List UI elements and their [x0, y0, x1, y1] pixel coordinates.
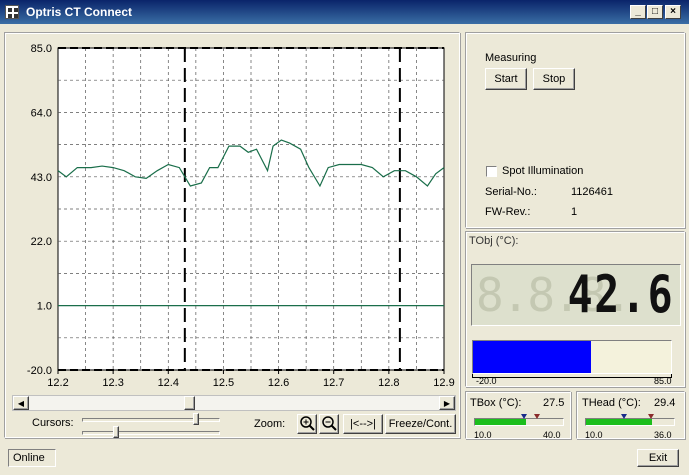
cursor-slider-2-track[interactable]	[82, 431, 220, 435]
cursor-slider-1-thumb[interactable]	[193, 413, 199, 425]
x-tick-label: 12.3	[102, 377, 123, 389]
serial-label: Serial-No.:	[485, 186, 537, 198]
thead-scale-min: 10.0	[585, 430, 603, 440]
horizontal-scrollbar[interactable]: ◀ ▶	[12, 395, 456, 411]
y-axis-ticks: 85.0 64.0 43.0 22.0 1.0 -20.0	[27, 43, 52, 377]
cursor-slider-1-track[interactable]	[82, 418, 220, 422]
x-tick-label: 12.4	[158, 377, 179, 389]
x-tick-label: 12.8	[378, 377, 399, 389]
stop-button[interactable]: Stop	[533, 68, 575, 90]
thead-value: 29.4	[654, 397, 676, 409]
fw-label: FW-Rev.:	[485, 206, 531, 218]
x-tick-label: 12.6	[268, 377, 289, 389]
tobj-scale-max: 85.0	[654, 376, 672, 386]
spot-illumination-label: Spot Illumination	[502, 165, 584, 177]
status-text: Online	[13, 452, 45, 464]
exit-button[interactable]: Exit	[637, 449, 679, 467]
zoom-fit-button[interactable]: |<-->|	[343, 414, 383, 434]
tobj-bar	[472, 340, 672, 374]
tobj-lcd-display: 8.8.8. 42.6	[471, 264, 681, 326]
y-tick-label: -20.0	[27, 365, 52, 377]
y-tick-label: 64.0	[31, 107, 52, 119]
fw-value: 1	[571, 206, 578, 218]
zoom-in-button[interactable]	[297, 414, 317, 434]
cursor-slider-2-thumb[interactable]	[113, 426, 119, 438]
scroll-right-button[interactable]: ▶	[439, 396, 455, 410]
x-tick-label: 12.2	[47, 377, 68, 389]
thead-markers	[621, 414, 654, 419]
start-button[interactable]: Start	[485, 68, 527, 90]
tbox-markers	[521, 414, 540, 419]
zoom-out-button[interactable]	[319, 414, 339, 434]
freeze-continue-button[interactable]: Freeze/Cont.	[385, 414, 456, 434]
tbox-value: 27.5	[543, 397, 565, 409]
spot-illumination-checkbox[interactable]	[486, 166, 497, 177]
x-tick-label: 12.9	[433, 377, 454, 389]
y-tick-label: 85.0	[31, 43, 52, 55]
x-tick-label: 12.7	[323, 377, 344, 389]
tbox-scale-min: 10.0	[474, 430, 492, 440]
tobj-scale-min: -20.0	[476, 376, 497, 386]
scroll-left-button[interactable]: ◀	[13, 396, 29, 410]
x-axis-ticks: 12.2 12.3 12.4 12.5 12.6 12.7 12.8 12.9	[47, 370, 455, 389]
thead-scale-max: 36.0	[654, 430, 672, 440]
zoom-out-icon	[322, 416, 337, 431]
measuring-title: Measuring	[485, 52, 537, 64]
thead-marker-blue	[621, 414, 627, 419]
zoom-in-icon	[300, 416, 315, 431]
status-field: Online	[8, 449, 56, 467]
tobj-title: TObj (°C):	[469, 235, 519, 247]
y-tick-label: 43.0	[31, 172, 52, 184]
thead-marker-red	[648, 414, 654, 419]
tbox-title: TBox (°C):	[470, 397, 522, 409]
cursors-label: Cursors:	[32, 417, 74, 429]
y-tick-label: 22.0	[31, 236, 52, 248]
thead-title: THead (°C):	[582, 397, 641, 409]
x-tick-label: 12.5	[213, 377, 234, 389]
tobj-bar-fill	[473, 341, 591, 373]
tbox-marker-red	[534, 414, 540, 419]
y-tick-label: 1.0	[37, 301, 52, 313]
serial-value: 1126461	[571, 186, 614, 198]
zoom-label: Zoom:	[254, 418, 286, 430]
tobj-value: 42.6	[567, 265, 674, 325]
tbox-scale-max: 40.0	[543, 430, 561, 440]
tbox-marker-blue	[521, 414, 527, 419]
scroll-thumb[interactable]	[184, 396, 195, 410]
tobj-scale	[472, 374, 672, 378]
